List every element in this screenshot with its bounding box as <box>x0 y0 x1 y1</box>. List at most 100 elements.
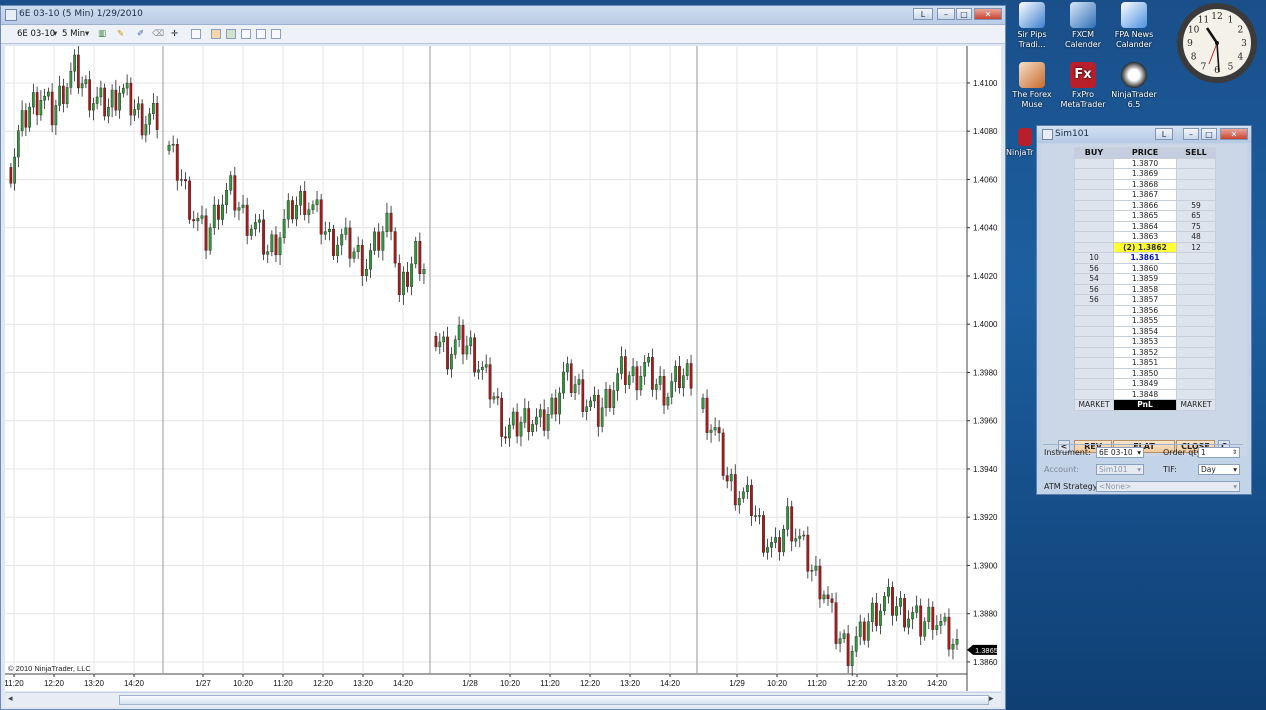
ladder-row[interactable]: 1.3863 48 <box>1074 231 1216 243</box>
dom-maximize-icon[interactable]: □ <box>1201 128 1217 140</box>
properties-icon[interactable] <box>241 29 251 39</box>
buy-cell[interactable] <box>1074 157 1114 169</box>
account-field[interactable]: Sim101 ▾ <box>1096 464 1144 475</box>
account-dropdown-icon[interactable]: ▾ <box>1137 465 1141 474</box>
atm-dropdown-icon[interactable]: ▾ <box>1233 482 1237 491</box>
buy-cell[interactable] <box>1074 178 1114 190</box>
sell-cell[interactable] <box>1176 189 1216 201</box>
price-cell[interactable]: 1.3855 <box>1113 315 1177 327</box>
buy-cell[interactable] <box>1074 325 1114 337</box>
ladder-row[interactable]: 1.3849 <box>1074 378 1216 390</box>
buy-cell[interactable] <box>1074 315 1114 327</box>
sell-cell[interactable]: 48 <box>1176 231 1216 243</box>
interval-selector[interactable]: 5 Min <box>62 28 85 40</box>
instrument-selector[interactable]: 6E 03-10 <box>17 28 55 40</box>
sell-cell[interactable] <box>1176 252 1216 264</box>
sell-cell[interactable]: 59 <box>1176 199 1216 211</box>
ladder-row[interactable]: 1.3864 75 <box>1074 220 1216 232</box>
buy-cell[interactable] <box>1074 357 1114 369</box>
ladder-row[interactable]: 56 1.3860 <box>1074 262 1216 274</box>
price-cell[interactable]: 1.3858 <box>1113 283 1177 295</box>
sell-cell[interactable]: 65 <box>1176 210 1216 222</box>
sell-cell[interactable] <box>1176 336 1216 348</box>
sell-cell[interactable] <box>1176 367 1216 379</box>
buy-cell[interactable] <box>1074 168 1114 180</box>
sell-cell[interactable] <box>1176 378 1216 390</box>
ladder-row[interactable]: 1.3866 59 <box>1074 199 1216 211</box>
sell-cell[interactable] <box>1176 283 1216 295</box>
ladder-row[interactable]: 10 1.3861 <box>1074 252 1216 264</box>
sell-cell[interactable]: 75 <box>1176 220 1216 232</box>
ladder-row[interactable]: 1.3868 <box>1074 178 1216 190</box>
ladder-row[interactable]: 54 1.3859 <box>1074 273 1216 285</box>
pnl-display[interactable]: PnL <box>1113 399 1177 411</box>
price-cell[interactable]: 1.3866 <box>1113 199 1177 211</box>
desktop-icon-fxpro-metatrader[interactable]: Fx FxPro MetaTrader <box>1055 62 1111 110</box>
buy-cell[interactable] <box>1074 210 1114 222</box>
ladder-row[interactable]: 1.3855 <box>1074 315 1216 327</box>
dom-title-bar[interactable]: Sim101 L – □ ✕ <box>1037 126 1251 143</box>
ladder-row[interactable]: 1.3848 <box>1074 388 1216 400</box>
price-cell[interactable]: 1.3861 <box>1113 252 1177 264</box>
price-cell[interactable]: 1.3859 <box>1113 273 1177 285</box>
price-cell[interactable]: 1.3854 <box>1113 325 1177 337</box>
buy-cell[interactable] <box>1074 346 1114 358</box>
sell-cell[interactable] <box>1176 262 1216 274</box>
minimize-icon[interactable]: – <box>937 8 955 20</box>
buy-cell[interactable]: 54 <box>1074 273 1114 285</box>
dom-link-button[interactable]: L <box>1155 128 1173 140</box>
ladder-row[interactable]: 56 1.3858 <box>1074 283 1216 295</box>
price-cell[interactable]: 1.3857 <box>1113 294 1177 306</box>
scroll-thumb[interactable] <box>119 695 989 705</box>
price-cell[interactable]: 1.3868 <box>1113 178 1177 190</box>
bar-style-icon[interactable]: ▥ <box>98 28 106 40</box>
price-cell[interactable]: 1.3856 <box>1113 304 1177 316</box>
buy-cell[interactable]: 56 <box>1074 283 1114 295</box>
buy-cell[interactable] <box>1074 336 1114 348</box>
price-cell[interactable]: 1.3864 <box>1113 220 1177 232</box>
ladder-row[interactable]: 1.3869 <box>1074 168 1216 180</box>
desktop-icon-ninjatrader-partial[interactable]: NinjaTr <box>1006 128 1036 158</box>
desktop-icon-sir-pips[interactable]: Sir Pips Tradi... <box>1004 2 1060 50</box>
sell-cell[interactable] <box>1176 294 1216 306</box>
desktop-icon-forex-muse[interactable]: The Forex Muse <box>1004 62 1060 110</box>
indicators-icon[interactable] <box>211 29 221 39</box>
atm-strategy-field[interactable]: <None> ▾ <box>1096 481 1240 492</box>
eraser-icon[interactable]: ⌫ <box>152 28 164 40</box>
data-box-icon[interactable] <box>256 29 266 39</box>
price-cell[interactable]: 1.3851 <box>1113 357 1177 369</box>
ladder-row[interactable]: 1.3865 65 <box>1074 210 1216 222</box>
sell-cell[interactable] <box>1176 388 1216 400</box>
buy-cell[interactable] <box>1074 378 1114 390</box>
price-cell[interactable]: 1.3860 <box>1113 262 1177 274</box>
buy-cell[interactable]: 10 <box>1074 252 1114 264</box>
maximize-icon[interactable]: □ <box>956 8 972 20</box>
pencil-icon[interactable]: ✐ <box>137 28 144 40</box>
buy-cell[interactable] <box>1074 220 1114 232</box>
ladder-row[interactable]: 1.3852 <box>1074 346 1216 358</box>
crosshair-icon[interactable]: ✛ <box>171 28 178 40</box>
sell-cell[interactable] <box>1176 357 1216 369</box>
scroll-right-icon[interactable]: ▸ <box>989 694 994 704</box>
close-icon[interactable]: ✕ <box>974 8 1002 20</box>
buy-cell[interactable] <box>1074 241 1114 253</box>
scroll-left-icon[interactable]: ◂ <box>8 694 13 704</box>
price-cell[interactable]: 1.3867 <box>1113 189 1177 201</box>
price-cell[interactable]: 1.3849 <box>1113 378 1177 390</box>
buy-cell[interactable] <box>1074 199 1114 211</box>
price-cell[interactable]: 1.3863 <box>1113 231 1177 243</box>
order-qty-field[interactable]: 1 ⇕ <box>1198 447 1240 458</box>
sell-cell[interactable] <box>1176 315 1216 327</box>
buy-cell[interactable] <box>1074 189 1114 201</box>
sell-cell[interactable] <box>1176 273 1216 285</box>
sell-cell[interactable] <box>1176 346 1216 358</box>
instrument-field[interactable]: 6E 03-10 ▾ <box>1096 447 1144 458</box>
price-cell[interactable]: 1.3852 <box>1113 346 1177 358</box>
interval-dropdown-icon[interactable]: ▾ <box>85 28 89 40</box>
buy-cell[interactable] <box>1074 388 1114 400</box>
desktop-icon-ninjatrader[interactable]: NinjaTrader 6.5 <box>1106 62 1162 110</box>
price-cell[interactable]: 1.3853 <box>1113 336 1177 348</box>
price-cell[interactable]: (2) 1.3862 <box>1113 241 1177 253</box>
sell-market-button[interactable]: MARKET <box>1176 399 1216 411</box>
price-cell[interactable]: 1.3848 <box>1113 388 1177 400</box>
